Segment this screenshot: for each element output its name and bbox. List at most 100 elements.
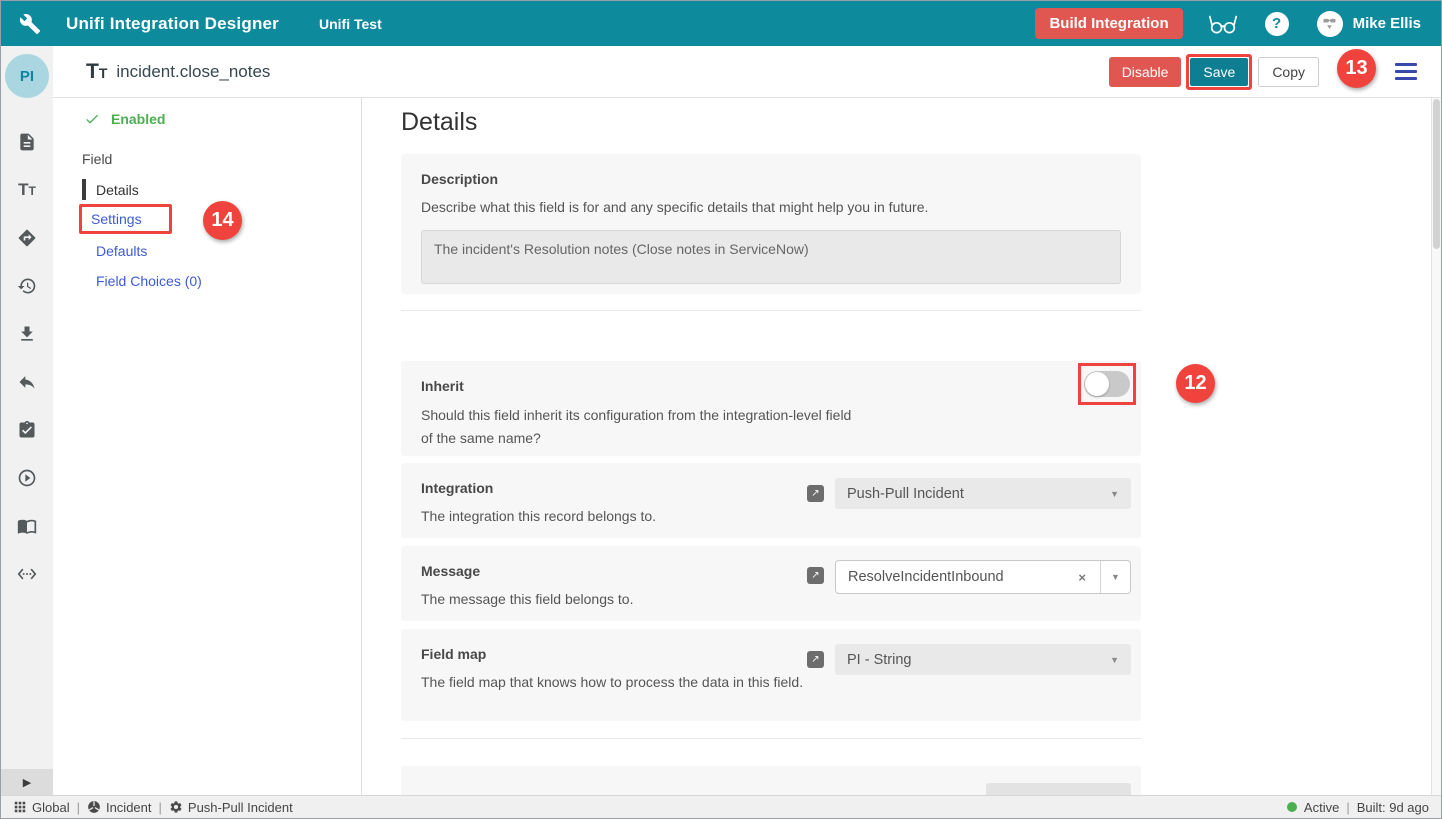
inherit-help: Should this field inherit its configurat… [421, 404, 866, 449]
clear-icon[interactable]: × [1064, 570, 1100, 585]
glasses-icon[interactable] [1207, 12, 1239, 36]
status-breadcrumb: Global | Incident | Push-Pull Incident [13, 800, 293, 815]
user-name[interactable]: Mike Ellis [1353, 15, 1421, 32]
open-record-icon[interactable]: ↗ [807, 567, 824, 584]
target-item[interactable]: Incident [87, 800, 152, 815]
scope-item[interactable]: Global [13, 800, 70, 815]
partial-card [401, 766, 1141, 795]
enabled-status: Enabled [84, 111, 165, 127]
sidebar-item-defaults[interactable]: Defaults [96, 243, 147, 259]
header-actions: Disable Save Copy 13 [1109, 52, 1417, 91]
sidebar-item-settings[interactable]: Settings [91, 211, 142, 227]
vertical-scrollbar[interactable] [1431, 98, 1441, 795]
status-right: Active | Built: 9d ago [1287, 800, 1429, 815]
sidebar-expand-button[interactable]: ▶ [1, 769, 53, 795]
icon-rail: PI TT [1, 46, 53, 795]
inherit-label: Inherit [421, 378, 1121, 394]
annotation-box-settings: Settings [79, 204, 172, 234]
separator: | [77, 800, 80, 815]
separator: | [159, 800, 162, 815]
field-sidebar: Enabled Field Details Settings Defaults … [53, 98, 362, 795]
app-title: Unifi Integration Designer [66, 14, 279, 34]
workspace-name[interactable]: Unifi Test [319, 16, 382, 32]
annotation-badge-13: 13 [1337, 49, 1376, 88]
target-label: Incident [106, 800, 152, 815]
gear-icon [169, 800, 183, 814]
record-header: TT incident.close_notes Disable Save Cop… [53, 46, 1441, 98]
task-check-icon[interactable] [1, 406, 53, 454]
integration-card: Integration The integration this record … [401, 463, 1141, 538]
open-record-icon[interactable]: ↗ [807, 651, 824, 668]
save-button[interactable]: Save [1190, 58, 1248, 86]
details-panel: Details Description Describe what this f… [362, 98, 1441, 795]
copy-button[interactable]: Copy [1258, 57, 1319, 87]
annotation-box-toggle [1078, 363, 1136, 405]
sidebar-item-field-choices[interactable]: Field Choices (0) [96, 273, 202, 289]
scope-label: Global [32, 800, 70, 815]
message-combobox[interactable]: ResolveIncidentInbound × ▼ [835, 560, 1131, 594]
message-card: Message The message this field belongs t… [401, 546, 1141, 621]
help-icon[interactable]: ? [1265, 12, 1289, 36]
toggle-knob [1085, 372, 1109, 396]
chevron-down-icon: ▼ [1110, 489, 1119, 499]
navbar-actions: Build Integration ? Mike Ellis [1035, 8, 1421, 39]
open-record-icon[interactable]: ↗ [807, 485, 824, 502]
app-window: Unifi Integration Designer Unifi Test Bu… [0, 0, 1442, 819]
scrollbar-thumb[interactable] [1433, 99, 1440, 249]
inherit-card: Inherit Should this field inherit its co… [401, 361, 1141, 456]
description-label: Description [421, 171, 1121, 187]
description-textarea[interactable]: The incident's Resolution notes (Close n… [421, 230, 1121, 284]
book-icon[interactable] [1, 502, 53, 550]
section-divider [401, 310, 1141, 311]
integration-select[interactable]: Push-Pull Incident ▼ [835, 478, 1131, 509]
description-card: Description Describe what this field is … [401, 154, 1141, 294]
menu-icon[interactable] [1395, 63, 1417, 80]
grid-icon [13, 800, 27, 814]
separator: | [1346, 800, 1349, 815]
play-circle-icon[interactable] [1, 454, 53, 502]
rail-icon-list: TT [1, 118, 53, 598]
code-icon[interactable] [1, 550, 53, 598]
annotation-badge-12: 12 [1176, 364, 1215, 403]
chevron-down-icon: ▼ [1110, 655, 1119, 665]
enabled-label: Enabled [111, 111, 165, 127]
integration-item[interactable]: Push-Pull Incident [169, 800, 293, 815]
section-divider [401, 738, 1141, 739]
disable-button[interactable]: Disable [1109, 57, 1182, 87]
user-avatar[interactable] [1317, 11, 1343, 37]
document-icon[interactable] [1, 118, 53, 166]
build-integration-button[interactable]: Build Integration [1035, 8, 1182, 39]
annotation-badge-14: 14 [203, 201, 242, 240]
top-navbar: Unifi Integration Designer Unifi Test Bu… [1, 1, 1441, 46]
wrench-icon [19, 13, 41, 35]
check-icon [84, 111, 100, 127]
history-icon[interactable] [1, 262, 53, 310]
active-label: Active [1304, 800, 1339, 815]
field-map-value: PI - String [847, 652, 911, 668]
built-label: Built: 9d ago [1357, 800, 1429, 815]
field-map-card: Field map The field map that knows how t… [401, 629, 1141, 721]
integration-label: Push-Pull Incident [188, 800, 293, 815]
active-item-bar [82, 179, 86, 200]
status-bar: Global | Incident | Push-Pull Incident A… [1, 795, 1441, 818]
section-label: Field [82, 151, 112, 167]
type-icon[interactable]: TT [1, 166, 53, 214]
integration-value: Push-Pull Incident [847, 486, 964, 502]
field-map-select[interactable]: PI - String ▼ [835, 644, 1131, 675]
reply-icon[interactable] [1, 358, 53, 406]
record-title: incident.close_notes [116, 62, 270, 82]
annotation-box-save: Save [1186, 54, 1252, 90]
message-value: ResolveIncidentInbound [836, 569, 1004, 585]
sidebar-item-details[interactable]: Details [82, 179, 139, 200]
chevron-down-icon[interactable]: ▼ [1101, 572, 1130, 582]
field-type-icon: TT [86, 61, 107, 82]
active-dot-icon [1287, 802, 1297, 812]
page-title: Details [401, 108, 477, 137]
description-help: Describe what this field is for and any … [421, 196, 1121, 219]
partial-dropdown[interactable] [986, 783, 1131, 795]
inherit-toggle[interactable] [1084, 371, 1130, 397]
integration-initials-badge[interactable]: PI [5, 54, 49, 98]
download-icon[interactable] [1, 310, 53, 358]
directions-icon[interactable] [1, 214, 53, 262]
incident-icon [87, 800, 101, 814]
